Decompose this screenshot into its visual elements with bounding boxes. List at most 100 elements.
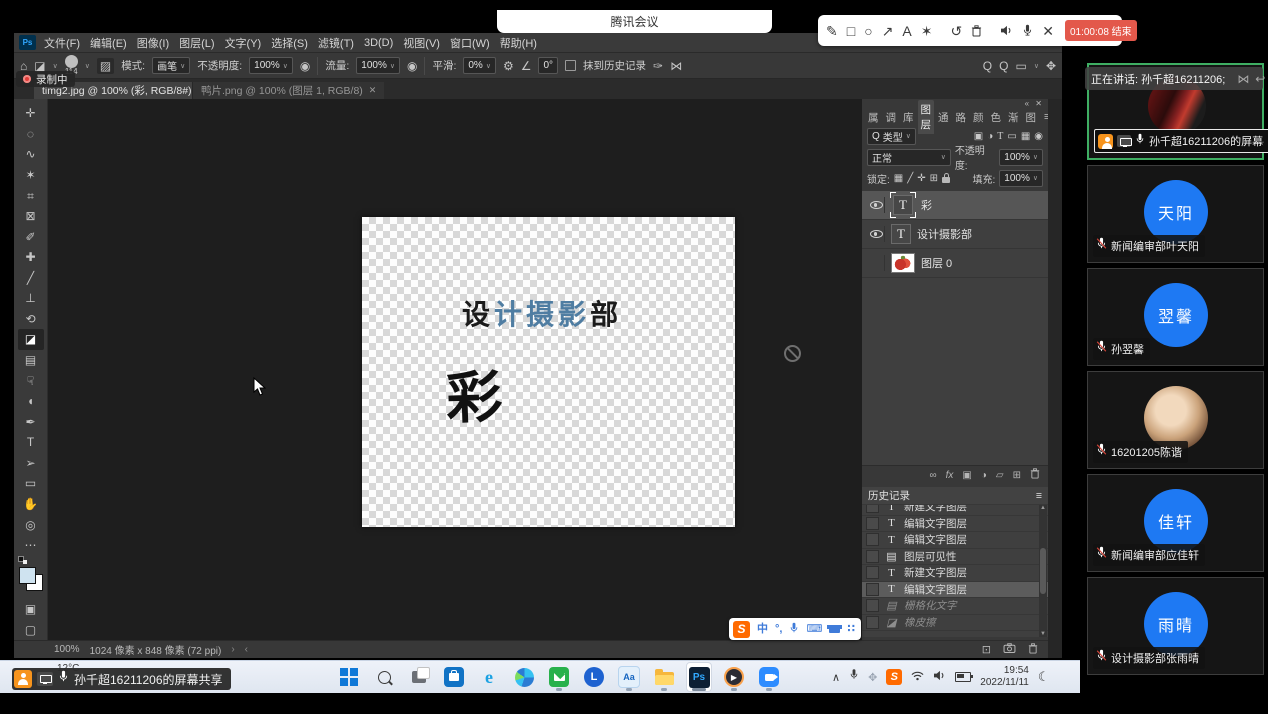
color-swatches[interactable] bbox=[19, 567, 43, 591]
opacity-select[interactable]: 100%∨ bbox=[249, 57, 293, 74]
layer-name[interactable]: 图层 0 bbox=[921, 255, 952, 271]
history-source-checkbox[interactable] bbox=[866, 550, 879, 563]
layer-name[interactable]: 彩 bbox=[921, 197, 932, 213]
close-tab-icon[interactable]: ✕ bbox=[369, 85, 377, 96]
panel-tab-libraries[interactable]: 库 bbox=[900, 108, 917, 127]
laser-icon[interactable]: ✶ bbox=[921, 24, 933, 38]
search-button[interactable] bbox=[371, 663, 397, 691]
history-item-undone[interactable]: ▤ 栅格化文字 bbox=[862, 598, 1048, 615]
layer-row-image[interactable]: 图层 0 bbox=[862, 249, 1048, 278]
filter-adjustment-icon[interactable]: ◑ bbox=[987, 131, 993, 142]
healing-brush-tool[interactable]: ✚ bbox=[18, 247, 44, 268]
file-explorer-button[interactable] bbox=[651, 663, 677, 691]
filter-type-icon[interactable]: T bbox=[997, 131, 1003, 142]
internet-explorer-button[interactable]: e bbox=[476, 663, 502, 691]
meeting-titlebar[interactable]: 腾讯会议 bbox=[497, 10, 772, 33]
history-source-checkbox[interactable] bbox=[866, 566, 879, 579]
close-icon[interactable]: ✕ bbox=[1042, 24, 1054, 38]
punctuation-icon[interactable]: °, bbox=[775, 624, 782, 635]
filter-toggle-icon[interactable]: ◉ bbox=[1034, 131, 1043, 142]
panel-tab-properties[interactable]: 属 bbox=[865, 108, 882, 127]
history-source-checkbox[interactable] bbox=[866, 616, 879, 629]
flow-select[interactable]: 100%∨ bbox=[356, 57, 400, 74]
clock[interactable]: 19:54 2022/11/11 bbox=[980, 665, 1029, 689]
scroll-up-icon[interactable]: ▲ bbox=[1040, 505, 1046, 511]
path-select-tool[interactable]: ➢ bbox=[18, 453, 44, 474]
night-mode-icon[interactable]: ☾ bbox=[1038, 669, 1050, 685]
panel-tab-color[interactable]: 颜 bbox=[970, 108, 987, 127]
menu-view[interactable]: 视图(V) bbox=[403, 35, 440, 51]
filter-smart-icon[interactable]: ▦ bbox=[1021, 131, 1030, 142]
brush-panel-toggle-icon[interactable]: ▨ bbox=[97, 58, 114, 74]
foreground-color-swatch[interactable] bbox=[19, 567, 36, 584]
potplayer-button[interactable]: ▶ bbox=[721, 663, 747, 691]
menu-file[interactable]: 文件(F) bbox=[44, 35, 80, 51]
history-item[interactable]: T 编辑文字图层 bbox=[862, 516, 1048, 533]
scrollbar-thumb[interactable] bbox=[1040, 548, 1046, 594]
layer-mask-icon[interactable]: ▣ bbox=[962, 470, 971, 481]
history-source-checkbox[interactable] bbox=[866, 517, 879, 530]
new-snapshot-icon[interactable] bbox=[1003, 643, 1016, 656]
filter-type-select[interactable]: Q 类型∨ bbox=[867, 128, 916, 145]
battery-icon[interactable] bbox=[955, 672, 971, 682]
search-icon[interactable]: Q bbox=[983, 59, 992, 73]
adjustment-layer-icon[interactable]: ◑ bbox=[981, 470, 987, 481]
layout-toggle-icon[interactable]: ⋈ bbox=[1237, 72, 1249, 86]
task-view-button[interactable] bbox=[406, 663, 432, 691]
panel-menu-icon[interactable]: ≡ bbox=[1036, 490, 1042, 502]
fill-select[interactable]: 100%∨ bbox=[999, 170, 1043, 187]
tray-chevron-icon[interactable]: ∧ bbox=[832, 671, 840, 684]
menu-help[interactable]: 帮助(H) bbox=[500, 35, 537, 51]
chinese-mode-icon[interactable]: 中 bbox=[757, 624, 768, 635]
filter-shape-icon[interactable]: ▭ bbox=[1007, 131, 1016, 142]
volume-icon[interactable] bbox=[933, 668, 946, 686]
status-arrow-icon[interactable]: › bbox=[231, 644, 234, 655]
screen-mode-icon[interactable]: ▢ bbox=[18, 619, 44, 640]
delete-state-icon[interactable] bbox=[1028, 643, 1038, 657]
lock-artboard-icon[interactable]: ⊞ bbox=[930, 173, 938, 184]
document-tab[interactable]: 鸭片.png @ 100% (图层 1, RGB/8) ✕ bbox=[192, 82, 384, 99]
zoom-search-icon[interactable]: Q bbox=[999, 59, 1008, 73]
restore-view-icon[interactable]: ↩ bbox=[1255, 72, 1265, 86]
history-panel-header[interactable]: 历史记录 ≡ bbox=[862, 487, 1048, 504]
hand-tool[interactable]: ✋ bbox=[18, 494, 44, 515]
lock-pixels-icon[interactable]: ╱ bbox=[907, 173, 913, 184]
new-group-icon[interactable]: ▱ bbox=[996, 470, 1004, 481]
visibility-toggle[interactable] bbox=[868, 226, 885, 242]
layer-name[interactable]: 设计摄影部 bbox=[917, 226, 972, 242]
pressure-opacity-icon[interactable]: ◉ bbox=[300, 59, 310, 73]
circle-icon[interactable]: ○ bbox=[864, 24, 872, 38]
wifi-icon[interactable] bbox=[911, 668, 924, 686]
history-brush-tool[interactable]: ⟲ bbox=[18, 309, 44, 330]
menu-window[interactable]: 窗口(W) bbox=[450, 35, 490, 51]
dodge-tool[interactable]: ◖ bbox=[18, 391, 44, 412]
history-item-selected[interactable]: T 编辑文字图层 bbox=[862, 582, 1048, 599]
delete-layer-icon[interactable] bbox=[1030, 468, 1040, 482]
move-tool[interactable]: ✛ bbox=[18, 103, 44, 124]
soft-keyboard-icon[interactable]: ⌨ bbox=[806, 624, 822, 635]
lasso-tool[interactable]: ∿ bbox=[18, 144, 44, 165]
scroll-down-icon[interactable]: ▼ bbox=[1040, 631, 1046, 637]
history-item[interactable]: T 新建文字图层 bbox=[862, 565, 1048, 582]
participant-tile[interactable]: 佳轩 新闻编审部应佳轩 bbox=[1087, 474, 1264, 572]
symmetry-icon[interactable]: ⋈ bbox=[670, 59, 682, 73]
layer-style-icon[interactable]: fx bbox=[946, 470, 954, 481]
participant-tile[interactable]: 天阳 新闻编审部叶天阳 bbox=[1087, 165, 1264, 263]
workspace-switcher-icon[interactable]: ▭ bbox=[1015, 59, 1026, 73]
undo-icon[interactable]: ↺ bbox=[950, 24, 962, 38]
lock-transparent-icon[interactable]: ▦ bbox=[894, 173, 903, 184]
history-item[interactable]: T 编辑文字图层 bbox=[862, 532, 1048, 549]
new-layer-icon[interactable]: ⊞ bbox=[1013, 470, 1021, 481]
link-layers-icon[interactable]: ∞ bbox=[929, 470, 936, 481]
end-meeting-timer[interactable]: 01:00:08 结束 bbox=[1065, 20, 1137, 41]
mode-select[interactable]: 画笔∨ bbox=[152, 57, 190, 74]
panel-tab-gradients[interactable]: 渐 bbox=[1005, 108, 1022, 127]
document-canvas[interactable]: 设计摄影部 彩 bbox=[362, 217, 735, 527]
eyedropper-tool[interactable]: ✐ bbox=[18, 226, 44, 247]
layer-row-cai[interactable]: T 彩 bbox=[862, 191, 1048, 220]
history-source-checkbox[interactable] bbox=[866, 599, 879, 612]
pencil-icon[interactable]: ✎ bbox=[826, 24, 838, 38]
mail-app-button[interactable] bbox=[546, 663, 572, 691]
share-image-icon[interactable]: ✥ bbox=[1046, 59, 1056, 73]
panel-tab-adjustments[interactable]: 调 bbox=[883, 108, 900, 127]
